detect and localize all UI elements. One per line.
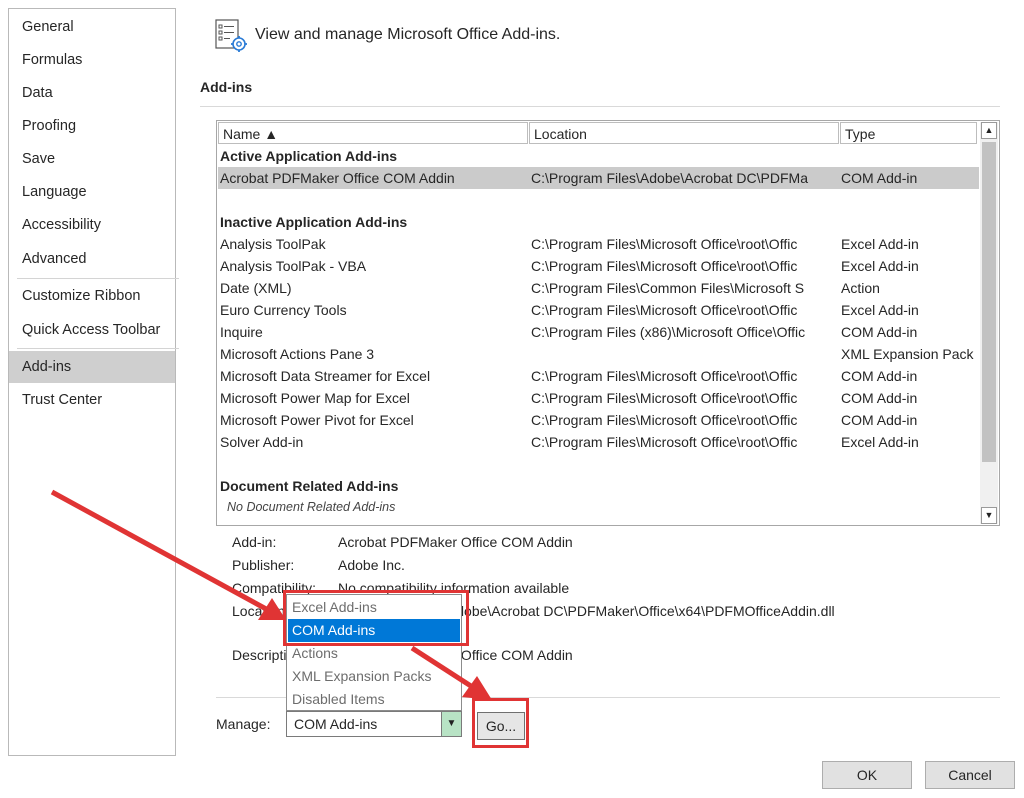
row-name: Acrobat PDFMaker Office COM Addin	[220, 170, 455, 186]
go-button-highlight	[472, 698, 529, 748]
row-location: C:\Program Files\Common Files\Microsoft …	[531, 280, 805, 296]
row-type: XML Expansion Pack	[841, 346, 974, 362]
group-header-active: Active Application Add-ins	[220, 148, 398, 164]
dropdown-option-disabled-items[interactable]: Disabled Items	[288, 688, 460, 711]
row-location: C:\Program Files\Adobe\Acrobat DC\PDFMa	[531, 170, 808, 186]
row-type: COM Add-in	[841, 368, 918, 384]
row-location: C:\Program Files\Microsoft Office\root\O…	[531, 434, 798, 450]
row-name: Analysis ToolPak	[220, 236, 326, 252]
row-location: C:\Program Files\Microsoft Office\root\O…	[531, 368, 798, 384]
scroll-down-icon[interactable]: ▼	[981, 507, 997, 524]
row-name: Solver Add-in	[220, 434, 304, 450]
row-name: Microsoft Power Map for Excel	[220, 390, 410, 406]
group-header-document: Document Related Add-ins	[220, 478, 399, 494]
empty-note: No Document Related Add-ins	[227, 500, 396, 514]
ok-button[interactable]: OK	[822, 761, 912, 789]
column-header-name[interactable]: Name ▲	[218, 122, 528, 144]
table-row[interactable]: Acrobat PDFMaker Office COM Addin C:\Pro…	[218, 167, 979, 189]
list-scrollbar[interactable]: ▲ ▼	[980, 122, 998, 524]
row-location: C:\Program Files\Microsoft Office\root\O…	[531, 302, 798, 318]
page-title: View and manage Microsoft Office Add-ins…	[255, 26, 561, 43]
row-type: COM Add-in	[841, 324, 918, 340]
dropdown-option-xml-expansion-packs[interactable]: XML Expansion Packs	[288, 665, 460, 688]
table-row[interactable]: Analysis ToolPak - VBA C:\Program Files\…	[218, 255, 979, 277]
sidebar-separator	[17, 348, 179, 349]
dropdown-option-highlight	[283, 590, 469, 646]
cancel-button[interactable]: Cancel	[925, 761, 1015, 789]
row-location: C:\Program Files\Microsoft Office\root\O…	[531, 390, 798, 406]
manage-select-value: COM Add-ins	[294, 716, 378, 732]
row-name: Microsoft Power Pivot for Excel	[220, 412, 414, 428]
sidebar-separator	[17, 278, 179, 279]
sidebar-item-add-ins[interactable]: Add-ins	[9, 351, 175, 383]
row-type: COM Add-in	[841, 412, 918, 428]
table-row[interactable]: Date (XML) C:\Program Files\Common Files…	[218, 277, 979, 299]
table-row[interactable]: Microsoft Power Pivot for Excel C:\Progr…	[218, 409, 979, 431]
row-type: Action	[841, 280, 880, 296]
column-header-location[interactable]: Location	[529, 122, 839, 144]
section-divider	[200, 106, 1000, 107]
row-location: C:\Program Files (x86)\Microsoft Office\…	[531, 324, 806, 340]
detail-location-label: Location:	[232, 603, 289, 619]
detail-publisher-label: Publisher:	[232, 557, 295, 573]
row-location: C:\Program Files\Microsoft Office\root\O…	[531, 258, 798, 274]
sidebar-item-quick-access-toolbar[interactable]: Quick Access Toolbar	[9, 314, 175, 346]
row-type: Excel Add-in	[841, 258, 919, 274]
table-row[interactable]: Euro Currency Tools C:\Program Files\Mic…	[218, 299, 979, 321]
group-header-inactive: Inactive Application Add-ins	[220, 214, 408, 230]
chevron-down-icon[interactable]: ▼	[441, 712, 461, 736]
column-header-type[interactable]: Type	[840, 122, 977, 144]
row-location: C:\Program Files\Microsoft Office\root\O…	[531, 236, 798, 252]
sidebar-item-language[interactable]: Language	[9, 176, 175, 208]
scroll-up-icon[interactable]: ▲	[981, 122, 997, 139]
row-type: COM Add-in	[841, 170, 918, 186]
row-name: Euro Currency Tools	[220, 302, 347, 318]
addins-manage-icon	[215, 19, 247, 52]
row-name: Analysis ToolPak - VBA	[220, 258, 367, 274]
sidebar-item-data[interactable]: Data	[9, 77, 175, 109]
row-name: Microsoft Data Streamer for Excel	[220, 368, 431, 384]
table-row[interactable]: Analysis ToolPak C:\Program Files\Micros…	[218, 233, 979, 255]
row-name: Inquire	[220, 324, 263, 340]
sidebar-item-formulas[interactable]: Formulas	[9, 44, 175, 76]
sidebar-item-save[interactable]: Save	[9, 143, 175, 175]
sidebar-item-proofing[interactable]: Proofing	[9, 110, 175, 142]
section-title: Add-ins	[200, 79, 253, 95]
detail-publisher-value: Adobe Inc.	[338, 557, 405, 573]
row-location: C:\Program Files\Microsoft Office\root\O…	[531, 412, 798, 428]
sidebar-item-customize-ribbon[interactable]: Customize Ribbon	[9, 280, 175, 312]
row-type: COM Add-in	[841, 390, 918, 406]
row-type: Excel Add-in	[841, 236, 919, 252]
sidebar-item-advanced[interactable]: Advanced	[9, 243, 175, 275]
scroll-thumb[interactable]	[982, 142, 996, 462]
row-name: Date (XML)	[220, 280, 292, 296]
sidebar-item-accessibility[interactable]: Accessibility	[9, 209, 175, 241]
sidebar-item-general[interactable]: General	[9, 11, 175, 43]
table-row[interactable]: Solver Add-in C:\Program Files\Microsoft…	[218, 431, 979, 453]
detail-addin-label: Add-in:	[232, 534, 277, 550]
row-type: Excel Add-in	[841, 302, 919, 318]
options-sidebar: General Formulas Data Proofing Save Lang…	[8, 8, 179, 756]
row-name: Microsoft Actions Pane 3	[220, 346, 375, 362]
addins-list[interactable]: Name ▲ Location Type Active Application …	[216, 120, 1000, 526]
detail-addin-value: Acrobat PDFMaker Office COM Addin	[338, 534, 573, 550]
row-type: Excel Add-in	[841, 434, 919, 450]
table-row[interactable]: Microsoft Data Streamer for Excel C:\Pro…	[218, 365, 979, 387]
table-row[interactable]: Microsoft Power Map for Excel C:\Program…	[218, 387, 979, 409]
table-row[interactable]: Inquire C:\Program Files (x86)\Microsoft…	[218, 321, 979, 343]
manage-select[interactable]: COM Add-ins ▼	[286, 711, 462, 737]
table-row[interactable]: Microsoft Actions Pane 3 XML Expansion P…	[218, 343, 979, 365]
manage-label: Manage:	[216, 716, 271, 732]
sidebar-item-trust-center[interactable]: Trust Center	[9, 384, 175, 416]
